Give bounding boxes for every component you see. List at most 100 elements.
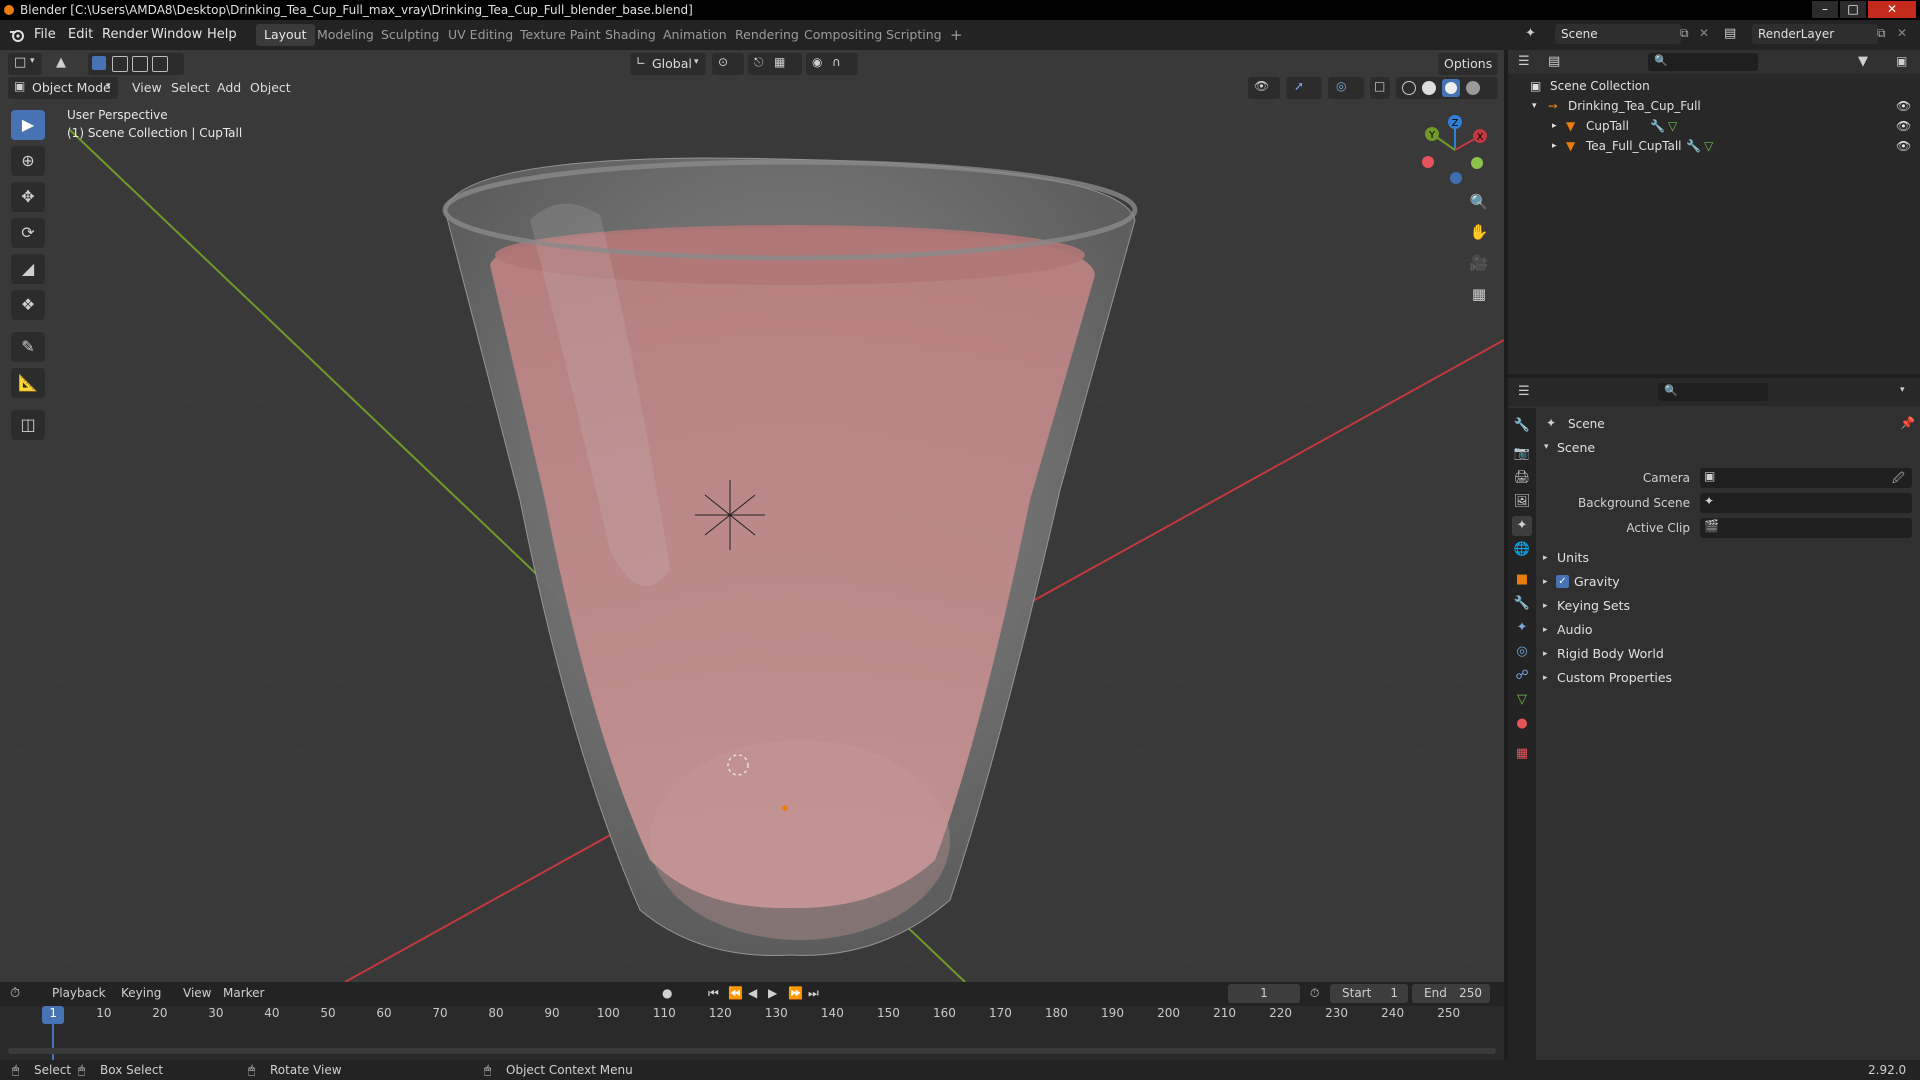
active-clip-field[interactable]: 🎬 [1700,518,1912,538]
gravity-section[interactable]: Gravity [1574,574,1620,589]
new-scene-icon[interactable]: ⧉ [1680,26,1689,41]
scene-selector-icon[interactable]: ✦ [1525,26,1536,41]
view-layer-tab-icon[interactable]: 🖼 [1512,492,1532,512]
zoom-icon[interactable]: 🔍 [1465,188,1493,216]
material-preview-shading-icon[interactable] [1442,79,1460,97]
play-icon[interactable]: ▶ [768,986,777,1000]
render-tab-icon[interactable]: 📷 [1512,444,1532,464]
material-tab-icon[interactable]: ● [1512,714,1532,734]
3d-viewport[interactable]: □ ▾ ▲ ∟ Global ▾ ⊙ ⎋ ▦ ◉ ∩ Options ▣ Object… [0,50,1504,982]
audio-section[interactable]: Audio [1557,622,1593,637]
select-tool-header-icon[interactable]: ▲ [48,53,76,75]
outliner-editor-type-icon[interactable]: ☰ [1518,54,1530,69]
preview-range-icon[interactable]: ⏱ [1310,986,1319,1001]
tab-sculpting[interactable]: Sculpting [373,24,447,46]
camera-view-icon[interactable]: 🎥 [1465,249,1493,277]
pan-hand-icon[interactable]: ✋ [1465,218,1493,246]
menu-window[interactable]: Window [151,27,202,42]
timeline-menu-view[interactable]: View [183,986,211,1000]
physics-tab-icon[interactable]: ◎ [1512,642,1532,662]
difference-selection-icon[interactable] [152,56,168,72]
annotate-tool[interactable]: ✎ [11,332,45,362]
tab-animation[interactable]: Animation [655,24,735,46]
subtract-selection-icon[interactable] [132,56,148,72]
visibility-dropdown[interactable]: 👁 [1248,77,1280,99]
solid-shading-icon[interactable] [1422,81,1436,95]
keying-sets-chevron-icon[interactable]: ▸ [1543,601,1548,611]
custom-props-chevron-icon[interactable]: ▸ [1543,673,1548,683]
renderlayer-selector[interactable]: RenderLayer [1752,24,1878,44]
rotate-tool[interactable]: ⟳ [11,218,45,248]
transform-orientation-dropdown[interactable]: ∟ Global ▾ [630,53,706,75]
overlays-toggle[interactable]: ◎ [1328,77,1364,99]
current-frame-field[interactable]: 1 [1228,984,1300,1003]
timeline-editor-type-icon[interactable]: ⏱ [10,986,20,1001]
modifiers-tab-icon[interactable]: 🔧 [1512,594,1532,614]
visibility-eye-icon[interactable]: 👁 [1896,116,1911,136]
select-box-tool[interactable]: ▶ [11,110,45,140]
viewport-menu-add[interactable]: Add [217,77,241,99]
measure-tool[interactable]: 📐 [11,368,45,398]
object-mode-dropdown[interactable]: ▣ Object Mode ▾ [8,77,118,99]
jump-prev-keyframe-icon[interactable]: ⏪ [728,986,743,1000]
outliner-search-input[interactable]: 🔍 [1648,53,1758,71]
editor-type-button[interactable]: □ ▾ [8,53,42,75]
scene-panel-title[interactable]: Scene [1557,440,1595,455]
properties-search-input[interactable]: 🔍 [1658,383,1768,401]
tool-tab-icon[interactable]: 🔧 [1512,416,1532,436]
scene-selector[interactable]: Scene [1555,24,1681,44]
timeline-menu-keying[interactable]: Keying [121,986,161,1000]
units-section[interactable]: Units [1557,550,1589,565]
output-tab-icon[interactable]: 🖨 [1512,468,1532,488]
selection-mode-group[interactable] [88,53,184,75]
jump-next-keyframe-icon[interactable]: ⏩ [788,986,803,1000]
filter-icon[interactable]: ▼ [1858,54,1868,69]
cursor-tool[interactable]: ⊕ [11,146,45,176]
audio-chevron-icon[interactable]: ▸ [1543,625,1548,635]
pin-icon[interactable]: 📌 [1900,416,1915,430]
gizmo-toggle[interactable]: ➚ [1286,77,1322,99]
outliner-row-scene-collection[interactable]: ▣ Scene Collection [1508,76,1920,96]
viewport-menu-object[interactable]: Object [250,77,291,99]
eyedropper-icon[interactable]: 🖉 [1892,469,1905,490]
blender-menu-icon[interactable] [9,27,25,43]
ortho-grid-icon[interactable]: ▦ [1465,280,1493,308]
add-cube-tool[interactable]: ◫ [11,410,45,440]
texture-tab-icon[interactable]: ▦ [1512,744,1532,764]
tab-texture-paint[interactable]: Texture Paint [512,24,609,46]
wireframe-shading-icon[interactable] [1402,81,1416,95]
jump-start-icon[interactable]: ⏮ [708,986,719,1001]
tab-compositing[interactable]: Compositing [796,24,890,46]
play-reverse-icon[interactable]: ◀ [748,986,757,1000]
object-tab-icon[interactable]: ■ [1512,570,1532,590]
start-frame-field[interactable]: Start 1 [1330,984,1408,1003]
background-scene-field[interactable]: ✦ [1700,493,1912,513]
delete-renderlayer-icon[interactable]: ✕ [1897,26,1907,40]
units-chevron-icon[interactable]: ▸ [1543,553,1548,563]
display-mode-icon[interactable]: ▤ [1548,54,1560,69]
tab-layout[interactable]: Layout [256,24,315,46]
pivot-point-dropdown[interactable]: ⊙ [712,53,744,75]
data-tab-icon[interactable]: ▽ [1512,690,1532,710]
maximize-button[interactable]: □ [1840,1,1866,18]
tab-rendering[interactable]: Rendering [727,24,807,46]
jump-end-icon[interactable]: ⏭ [808,986,819,1001]
snapping-dropdown[interactable]: ⎋ ▦ [748,53,802,75]
viewport-menu-view[interactable]: View [132,77,162,99]
rendered-shading-icon[interactable] [1466,81,1480,95]
timeline-scrollbar[interactable] [8,1048,1496,1054]
scene-tab-icon[interactable]: ✦ [1512,516,1532,536]
tab-scripting[interactable]: Scripting [878,24,950,46]
tab-modeling[interactable]: Modeling [309,24,382,46]
extend-selection-icon[interactable] [112,56,128,72]
scale-tool[interactable]: ◢ [11,254,45,284]
rigid-body-world-section[interactable]: Rigid Body World [1557,646,1664,661]
particles-tab-icon[interactable]: ✦ [1512,618,1532,638]
gravity-chevron-icon[interactable]: ▸ [1543,577,1548,587]
custom-properties-section[interactable]: Custom Properties [1557,670,1672,685]
tab-uv-editing[interactable]: UV Editing [440,24,521,46]
new-renderlayer-icon[interactable]: ⧉ [1877,26,1886,41]
move-tool[interactable]: ✥ [11,182,45,212]
renderlayer-icon[interactable]: ▤ [1724,26,1736,41]
close-window-button[interactable]: ✕ [1868,1,1916,18]
